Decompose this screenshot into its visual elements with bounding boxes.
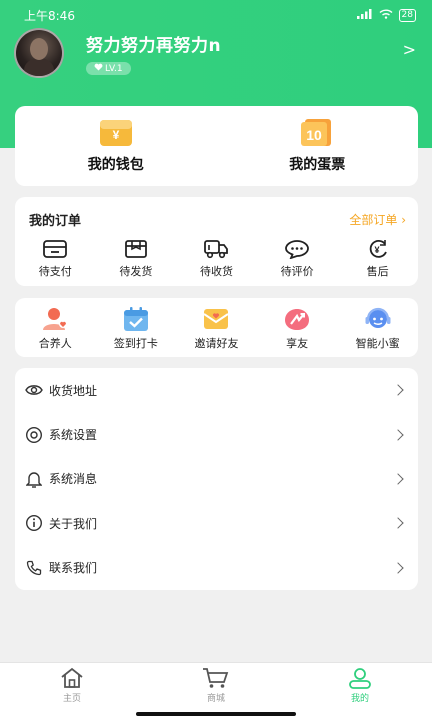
order-label: 待支付 [38,265,72,278]
settings-menu: 收货地址 系统设置 系统消息 关于我们 联系我们 [15,368,418,590]
order-item-pending-shipment[interactable]: 待发货 [101,239,171,279]
level-text: LV.1 [105,63,123,74]
tool-label: 智能小蜜 [355,337,400,350]
tool-label: 邀请好友 [194,337,239,350]
wallet-item-ticket[interactable]: 10 我的蛋票 [217,106,419,186]
menu-item-settings[interactable]: 系统设置 [15,412,418,456]
tab-home[interactable]: 主页 [27,663,117,720]
tab-label: 商城 [206,694,225,704]
wallet-item-wallet[interactable]: ¥ 我的钱包 [15,106,217,186]
partner-icon [43,308,68,330]
orders-card: 我的订单 全部订单 › 待支付 待发货 待收货 待评价 ¥ 售后 [15,197,418,286]
all-orders-label: 全部订单 [349,213,398,227]
chevron-right-icon [392,384,404,396]
signal-icon [356,8,373,22]
tool-label: 签到打卡 [113,337,158,350]
tab-label: 我的 [350,694,369,704]
user-icon [349,668,371,689]
menu-label: 系统消息 [49,472,98,487]
truck-icon [204,240,229,259]
orders-title: 我的订单 [29,214,82,229]
chevron-right-icon[interactable]: > [403,40,416,59]
wallet-icon: ¥ [96,116,136,148]
ticket-label: 我的蛋票 [289,157,346,173]
home-icon [61,667,83,688]
svg-text:¥: ¥ [112,128,119,142]
order-item-pending-payment[interactable]: 待支付 [20,239,90,279]
order-label: 售后 [366,265,389,278]
ticket-icon: 10 [297,116,337,148]
order-label: 待收货 [199,265,233,278]
avatar[interactable] [14,28,64,78]
level-badge: LV.1 [86,62,131,75]
menu-label: 联系我们 [49,561,98,576]
tab-mine[interactable]: 我的 [315,663,405,720]
tool-item-share[interactable]: 享友 [257,306,337,357]
menu-label: 收货地址 [49,383,98,398]
tools-card: 合养人 签到打卡 邀请好友 享友 智能小蜜 [15,298,418,357]
chevron-right-icon [392,562,404,574]
comment-icon [285,240,309,259]
chevron-right-icon [392,517,404,530]
wallet-label: 我的钱包 [87,157,144,173]
tool-item-assistant[interactable]: 智能小蜜 [338,306,418,357]
chevron-right-icon [392,473,404,485]
all-orders-link[interactable]: 全部订单 › [349,211,406,228]
bell-icon [25,470,43,488]
order-item-pending-review[interactable]: 待评价 [262,239,332,279]
tool-item-checkin[interactable]: 签到打卡 [96,306,176,357]
wallet-card: ¥ 我的钱包 10 我的蛋票 [15,106,418,186]
svg-text:¥: ¥ [374,245,379,255]
tool-item-partner[interactable]: 合养人 [15,306,95,357]
home-indicator [136,712,296,716]
battery-icon: 28 [398,8,416,22]
status-indicators: 28 [356,8,416,22]
order-item-after-sales[interactable]: ¥ 售后 [343,239,413,279]
order-label: 待发货 [119,265,153,278]
heart-icon [94,63,103,74]
order-label: 待评价 [280,265,314,278]
share-icon [285,309,310,330]
tool-label: 合养人 [38,337,72,350]
menu-item-contact[interactable]: 联系我们 [15,546,418,590]
assistant-icon [365,307,391,328]
profile-header[interactable]: 努力努力再努力n LV.1 > [14,28,418,78]
chevron-right-icon: › [401,213,406,227]
wifi-icon [379,9,393,22]
status-bar: 上午8:46 28 [0,0,432,30]
settings-icon [25,426,43,444]
status-time: 上午8:46 [24,8,75,23]
cart-icon [203,668,229,688]
profile-info: 努力努力再努力n LV.1 [86,31,221,75]
menu-label: 系统设置 [49,428,98,443]
menu-label: 关于我们 [49,516,98,531]
menu-item-address[interactable]: 收货地址 [15,368,418,412]
orders-header: 我的订单 全部订单 › [15,197,418,229]
invite-icon [203,309,230,329]
menu-item-about[interactable]: 关于我们 [15,501,418,545]
tool-label: 享友 [286,337,309,350]
box-icon [124,240,147,258]
menu-item-messages[interactable]: 系统消息 [15,457,418,501]
tool-item-invite[interactable]: 邀请好友 [176,306,256,357]
svg-text:10: 10 [306,127,322,143]
username: 努力努力再努力n [86,36,222,56]
info-icon [25,514,43,532]
order-item-pending-receipt[interactable]: 待收货 [181,239,251,279]
card-icon [43,240,68,258]
calendar-check-icon [123,307,148,331]
eye-icon [25,381,43,399]
orders-row: 待支付 待发货 待收货 待评价 ¥ 售后 [15,239,418,279]
refund-icon: ¥ [369,239,387,258]
tab-label: 主页 [62,694,81,704]
phone-icon [25,559,43,577]
chevron-right-icon [392,428,404,441]
